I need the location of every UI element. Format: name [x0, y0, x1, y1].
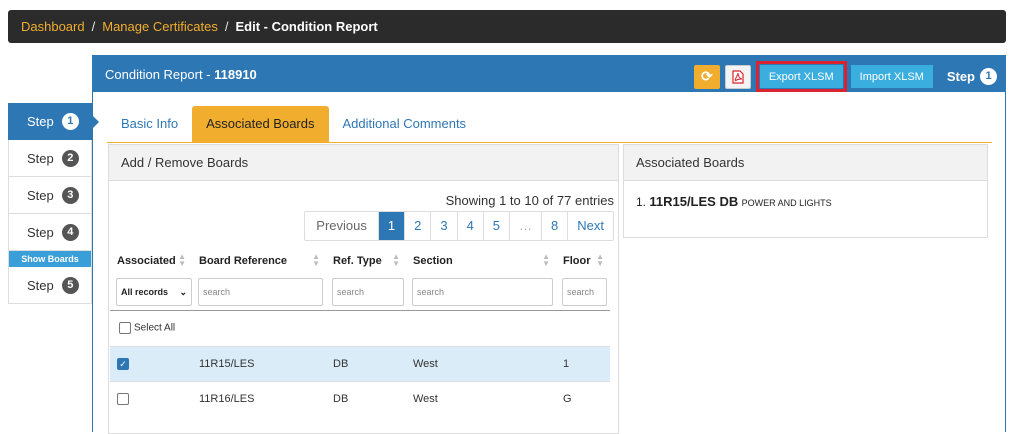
step-number-badge: 1: [61, 113, 79, 130]
refresh-button[interactable]: ⟳: [693, 64, 720, 89]
header-step-indicator: Step 1: [947, 68, 997, 85]
chevron-down-icon: ⌄: [179, 286, 187, 297]
select-all-checkbox[interactable]: [119, 322, 131, 334]
item-reference: 11R15/LES DB: [649, 194, 739, 209]
condition-report-panel: Condition Report - 118910 ⟳ Export XLSM …: [92, 55, 1006, 434]
box-title: Associated Boards: [624, 145, 987, 181]
sort-icon: ▲ ▼: [596, 252, 604, 268]
page-previous[interactable]: Previous: [305, 212, 378, 240]
page-next[interactable]: Next: [567, 212, 613, 240]
column-header-section[interactable]: Section ▲ ▼: [406, 248, 556, 274]
step-number-badge: 2: [61, 149, 79, 167]
step-label: Step: [27, 114, 54, 129]
page-1[interactable]: 1: [377, 212, 405, 240]
tab-additional-comments[interactable]: Additional Comments: [329, 106, 481, 142]
associated-filter-select[interactable]: All records ⌄: [116, 277, 192, 306]
floor-cell: G: [556, 380, 610, 416]
column-header-ref-type[interactable]: Ref. Type ▲ ▼: [326, 248, 406, 274]
entries-info: Showing 1 to 10 of 77 entries: [445, 193, 614, 208]
section-cell: West: [406, 345, 556, 381]
table-header-row: Associated ▲ ▼ Board Reference ▲ ▼ Ref. Type…: [110, 248, 610, 274]
step-label: Step: [27, 224, 54, 240]
add-remove-boards-box: Add / Remove Boards Showing 1 to 10 of 7…: [108, 144, 619, 434]
section-cell: West: [406, 380, 556, 416]
floor-search-input[interactable]: search: [562, 277, 607, 306]
step-5[interactable]: Step 5: [8, 267, 92, 304]
step-label: Step: [27, 150, 54, 166]
sort-icon: ▲ ▼: [542, 252, 550, 268]
header-step-badge: 1: [980, 68, 997, 85]
step-label: Step: [27, 277, 54, 293]
tab-associated-boards[interactable]: Associated Boards: [192, 106, 329, 142]
show-boards-button[interactable]: Show Boards: [8, 251, 92, 267]
ref-type-search-input[interactable]: search: [332, 277, 404, 306]
page-5[interactable]: 5: [482, 212, 509, 240]
select-all-row: Select All: [110, 310, 610, 346]
report-id: 118910: [214, 66, 257, 82]
tab-basic-info[interactable]: Basic Info: [107, 106, 192, 142]
page-ellipsis: …: [509, 212, 541, 240]
refresh-icon: ⟳: [700, 68, 713, 84]
breadcrumb-separator: /: [91, 19, 96, 34]
select-all-label: Select All: [134, 322, 176, 334]
page-3[interactable]: 3: [430, 212, 456, 240]
step-label: Step: [27, 187, 54, 203]
panel-title-label: Condition Report -: [105, 66, 215, 82]
table-row[interactable]: ✓ 11R15/LES DB West 1: [110, 345, 610, 381]
breadcrumb-manage-certificates-link[interactable]: Manage Certificates: [102, 19, 218, 34]
table-row[interactable]: 11R16/LES DB West G: [110, 380, 610, 416]
board-reference-cell: 11R15/LES: [192, 345, 326, 381]
import-xlsm-button[interactable]: Import XLSM: [850, 65, 933, 88]
step-number-badge: 3: [61, 186, 79, 204]
header-step-label: Step: [946, 69, 975, 84]
pdf-button[interactable]: [724, 64, 751, 89]
sort-icon: ▲ ▼: [392, 252, 400, 268]
section-search-input[interactable]: search: [412, 277, 553, 306]
step-number-badge: 5: [61, 276, 79, 294]
breadcrumb-dashboard-link[interactable]: Dashboard: [21, 19, 85, 34]
pdf-icon: [732, 69, 744, 84]
export-xlsm-button[interactable]: Export XLSM: [759, 65, 843, 88]
sort-icon: ▲ ▼: [178, 252, 186, 268]
breadcrumb-separator: /: [224, 19, 229, 34]
breadcrumb: Dashboard / Manage Certificates / Edit -…: [8, 10, 1006, 43]
column-header-board-reference[interactable]: Board Reference ▲ ▼: [192, 248, 326, 274]
filter-row: All records ⌄ search search search search: [110, 274, 610, 311]
column-header-associated[interactable]: Associated ▲ ▼: [110, 248, 192, 274]
step-4[interactable]: Step 4: [8, 214, 92, 251]
column-header-floor[interactable]: Floor ▲ ▼: [556, 248, 610, 274]
floor-cell: 1: [556, 345, 610, 381]
row-checkbox[interactable]: ✓: [117, 357, 129, 370]
step-2[interactable]: Step 2: [8, 140, 92, 177]
ref-type-cell: DB: [326, 380, 406, 416]
associated-boards-box: Associated Boards 1. 11R15/LES DB POWER …: [623, 144, 988, 238]
boards-table: Associated ▲ ▼ Board Reference ▲ ▼ Ref. Type…: [110, 248, 610, 416]
export-highlight-box: Export XLSM: [755, 61, 847, 92]
step-1[interactable]: Step 1: [8, 103, 99, 140]
item-description: POWER AND LIGHTS: [741, 198, 832, 208]
associated-board-item: 1. 11R15/LES DB POWER AND LIGHTS: [624, 181, 987, 222]
panel-title: Condition Report - 118910: [105, 67, 257, 82]
page-8[interactable]: 8: [541, 212, 567, 240]
box-title: Add / Remove Boards: [109, 145, 618, 181]
ref-type-cell: DB: [326, 345, 406, 381]
page-4[interactable]: 4: [456, 212, 483, 240]
header-actions: ⟳ Export XLSM Import XLSM Step 1: [693, 61, 997, 92]
breadcrumb-current: Edit - Condition Report: [235, 19, 378, 34]
board-reference-search-input[interactable]: search: [198, 277, 323, 306]
item-index: 1.: [636, 195, 647, 209]
step-3[interactable]: Step 3: [8, 177, 92, 214]
sort-icon: ▲ ▼: [312, 252, 320, 268]
page-2[interactable]: 2: [404, 212, 430, 240]
row-checkbox[interactable]: [117, 392, 129, 405]
step-sidebar: Step 1 Step 2 Step 3 Step 4 Show Boards …: [8, 103, 99, 304]
pagination: Previous 1 2 3 4 5 … 8 Next: [304, 211, 614, 241]
step-number-badge: 4: [61, 223, 79, 241]
tab-bar: Basic Info Associated Boards Additional …: [107, 106, 992, 143]
board-reference-cell: 11R16/LES: [192, 380, 326, 416]
